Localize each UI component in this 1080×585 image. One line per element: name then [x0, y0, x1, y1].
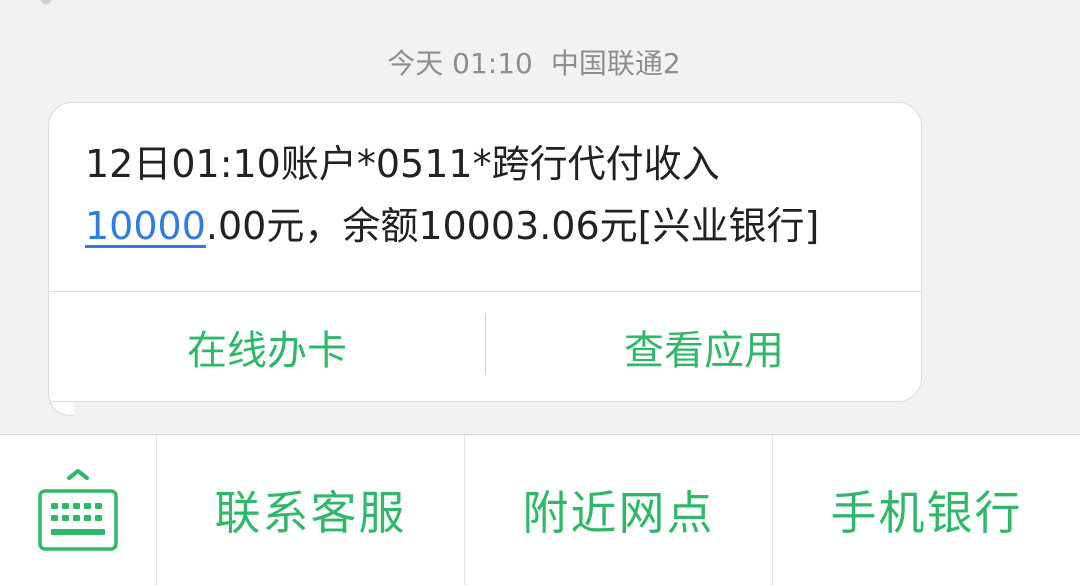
apply-card-online-button[interactable]: 在线办卡 — [49, 292, 485, 402]
amount-link[interactable]: 10000 — [85, 204, 206, 248]
message-bubble[interactable]: 12日01:10账户*0511*跨行代付收入 10000.00元，余额10003… — [48, 102, 922, 402]
view-app-button[interactable]: 查看应用 — [486, 292, 922, 402]
message-line-2: .00元，余额10003.06元[兴业银行] — [205, 204, 820, 248]
contact-service-button[interactable]: 联系客服 — [157, 435, 464, 585]
previous-message-edge — [40, 0, 52, 4]
message-timestamp-row: 今天 01:10 中国联通2 — [0, 44, 1068, 84]
sms-conversation-screen: 今天 01:10 中国联通2 12日01:10账户*0511*跨行代付收入 100… — [0, 0, 1080, 585]
nearby-branches-button[interactable]: 附近网点 — [465, 435, 772, 585]
message-time: 今天 01:10 — [387, 47, 533, 80]
mobile-banking-button[interactable]: 手机银行 — [773, 435, 1080, 585]
message-carrier: 中国联通2 — [550, 47, 681, 80]
keyboard-icon — [38, 469, 118, 551]
message-body: 12日01:10账户*0511*跨行代付收入 10000.00元，余额10003… — [85, 133, 895, 257]
service-menu-bar: 联系客服 附近网点 手机银行 — [0, 434, 1080, 585]
keyboard-toggle-button[interactable] — [0, 435, 156, 585]
message-line-1: 12日01:10账户*0511*跨行代付收入 — [85, 142, 720, 186]
